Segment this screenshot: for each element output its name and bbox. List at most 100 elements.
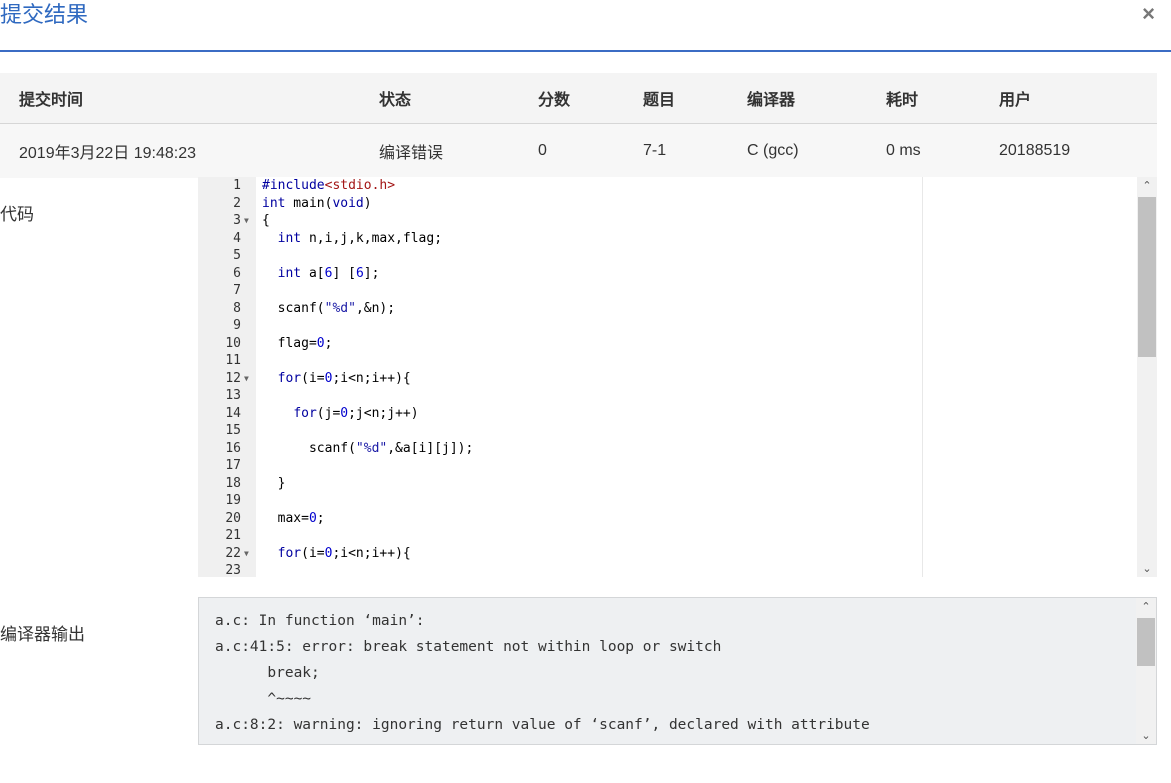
submit-time: 2019年3月22日 19:48:23 [19,145,197,162]
compiler-output-label: 编译器输出 [0,625,85,644]
output-scrollbar-thumb[interactable] [1137,618,1155,666]
line-number: 2 [233,195,241,211]
line-number: 4 [233,230,241,246]
line-number: 20 [225,510,241,526]
dialog-title: 提交结果 [0,2,89,27]
close-icon[interactable]: × [1142,2,1155,26]
compiler: C (gcc) [747,142,799,159]
fold-toggle-icon[interactable]: ▼ [244,212,249,230]
header-score: 分数 [538,92,571,109]
line-number: 13 [225,388,241,403]
line-number: 15 [225,423,241,438]
code-line: 12 ▼ for(i=0;i<n;i++){ [198,370,1135,388]
code-text: #include<stdio.h> [262,178,396,193]
code-line: 8 scanf("%d",&n); [198,300,1135,318]
code-label: 代码 [0,205,34,224]
code-text: scanf("%d",&n); [262,300,396,316]
code-line: 7 [198,282,1135,300]
header-user: 用户 [999,92,1032,109]
code-line: 10 flag=0; [198,335,1135,353]
table-header: 提交时间 状态 分数 题目 编译器 耗时 用户 [0,73,1157,124]
code-text: for(i=0;i<n;i++){ [277,545,411,561]
output-line: a.c:8:2: warning: ignoring return value … [215,717,870,733]
line-number: 17 [225,458,241,473]
line-number: 23 [225,563,241,577]
output-line: a.c:41:5: error: break statement not wit… [215,639,722,655]
code-line: 2 int main(void) [198,195,1135,213]
header-elapsed: 耗时 [886,92,919,109]
line-number: 10 [225,335,241,351]
fold-toggle-icon[interactable]: ▼ [244,545,249,563]
code-text: scanf("%d",&a[i][j]); [262,440,474,456]
code-line: 11 [198,352,1135,370]
code-text: int main(void) [262,195,372,211]
code-line: 9 [198,317,1135,335]
output-line: a.c: In function ‘main’: [215,613,425,629]
output-scrollbar[interactable]: ⌃ ⌄ [1136,598,1156,744]
code-line: 6 int a[6] [6]; [198,265,1135,283]
problem-link[interactable]: 7-1 [643,124,666,178]
code-line: 14 for(j=0;j<n;j++) [198,405,1135,423]
line-number: 3 [233,213,241,228]
code-line: 23 [198,562,1135,577]
header-status: 状态 [379,92,412,109]
code-line: 19 [198,492,1135,510]
line-number: 14 [225,405,241,421]
code-line: 3 ▼ { [198,212,1135,230]
code-text: max=0; [262,510,325,526]
code-editor[interactable]: 1 #include<stdio.h> 2 int main(void) 3 ▼{4 in… [198,177,1157,577]
scroll-down-icon[interactable]: ⌄ [1136,729,1156,742]
output-line: break; [215,665,320,681]
compiler-output[interactable]: a.c: In function ‘main’: a.c:41:5: error:… [198,597,1157,745]
code-line: 4 int n,i,j,k,max,flag; [198,230,1135,248]
elapsed-time: 0 ms [886,142,921,159]
scroll-up-icon[interactable]: ⌃ [1137,179,1157,192]
code-line: 21 [198,527,1135,545]
line-number: 6 [233,265,241,281]
line-number: 1 [233,178,241,193]
header-submit-time: 提交时间 [19,92,84,109]
code-text: int a[6] [6]; [277,265,380,281]
code-lines: 1 #include<stdio.h> 2 int main(void) 3 ▼{4 in… [198,177,1135,577]
user-id: 20188519 [999,142,1071,159]
code-line: 17 [198,457,1135,475]
code-line: 15 [198,422,1135,440]
submission-table: 提交时间 状态 分数 题目 编译器 耗时 用户 2019年3月22日 19:48… [0,73,1157,178]
code-text: for(i=0;i<n;i++){ [277,370,411,386]
code-line: 18 } [198,475,1135,493]
score: 0 [538,142,547,159]
header-problem: 题目 [643,92,676,109]
code-text: flag=0; [262,335,333,351]
code-line: 22 ▼ for(i=0;i<n;i++){ [198,545,1135,563]
code-text: int n,i,j,k,max,flag; [277,230,443,246]
scroll-up-icon[interactable]: ⌃ [1136,600,1156,613]
output-line: warn_unused_result [-Wunused-result] [215,738,870,744]
code-text: { [262,213,270,228]
line-number: 16 [225,440,241,456]
code-line: 1 #include<stdio.h> [198,177,1135,195]
code-line: 16 scanf("%d",&a[i][j]); [198,440,1135,458]
line-number: 12 [225,370,241,386]
line-number: 21 [225,528,241,543]
status-link[interactable]: 编译错误 [379,124,443,178]
code-scrollbar[interactable]: ⌃ ⌄ [1137,177,1157,577]
line-number: 8 [233,300,241,316]
compiler-output-lines: a.c: In function ‘main’: a.c:41:5: error:… [215,608,870,744]
fold-toggle-icon[interactable]: ▼ [244,370,249,388]
line-number: 22 [225,545,241,561]
output-line: ^~~~~ [215,691,312,707]
code-scrollbar-thumb[interactable] [1138,197,1156,357]
line-number: 18 [225,475,241,491]
code-line: 5 [198,247,1135,265]
code-line: 20 max=0; [198,510,1135,528]
code-text: for(j=0;j<n;j++) [293,405,419,421]
line-number: 11 [225,353,241,368]
scroll-down-icon[interactable]: ⌄ [1137,562,1157,575]
dialog-header: 提交结果 × [0,0,1171,52]
code-text: } [262,475,286,491]
table-row: 2019年3月22日 19:48:23 编译错误 0 7-1 C (gcc) 0… [0,124,1157,178]
code-line: 13 [198,387,1135,405]
line-number: 9 [233,318,241,333]
header-compiler: 编译器 [747,92,796,109]
line-number: 7 [233,283,241,298]
